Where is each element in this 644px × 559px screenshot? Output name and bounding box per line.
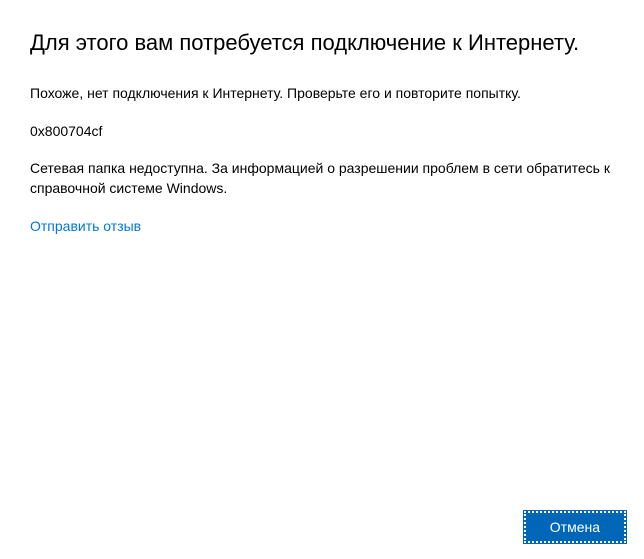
error-description: Сетевая папка недоступна. За информацией… [30,159,614,198]
dialog-title: Для этого вам потребуется подключение к … [30,28,614,58]
feedback-link[interactable]: Отправить отзыв [30,218,141,234]
dialog-footer: Отмена [524,511,626,543]
dialog-content: Для этого вам потребуется подключение к … [0,0,644,236]
error-code: 0x800704cf [30,123,614,139]
cancel-button[interactable]: Отмена [524,511,626,543]
error-message: Похоже, нет подключения к Интернету. Про… [30,84,614,104]
